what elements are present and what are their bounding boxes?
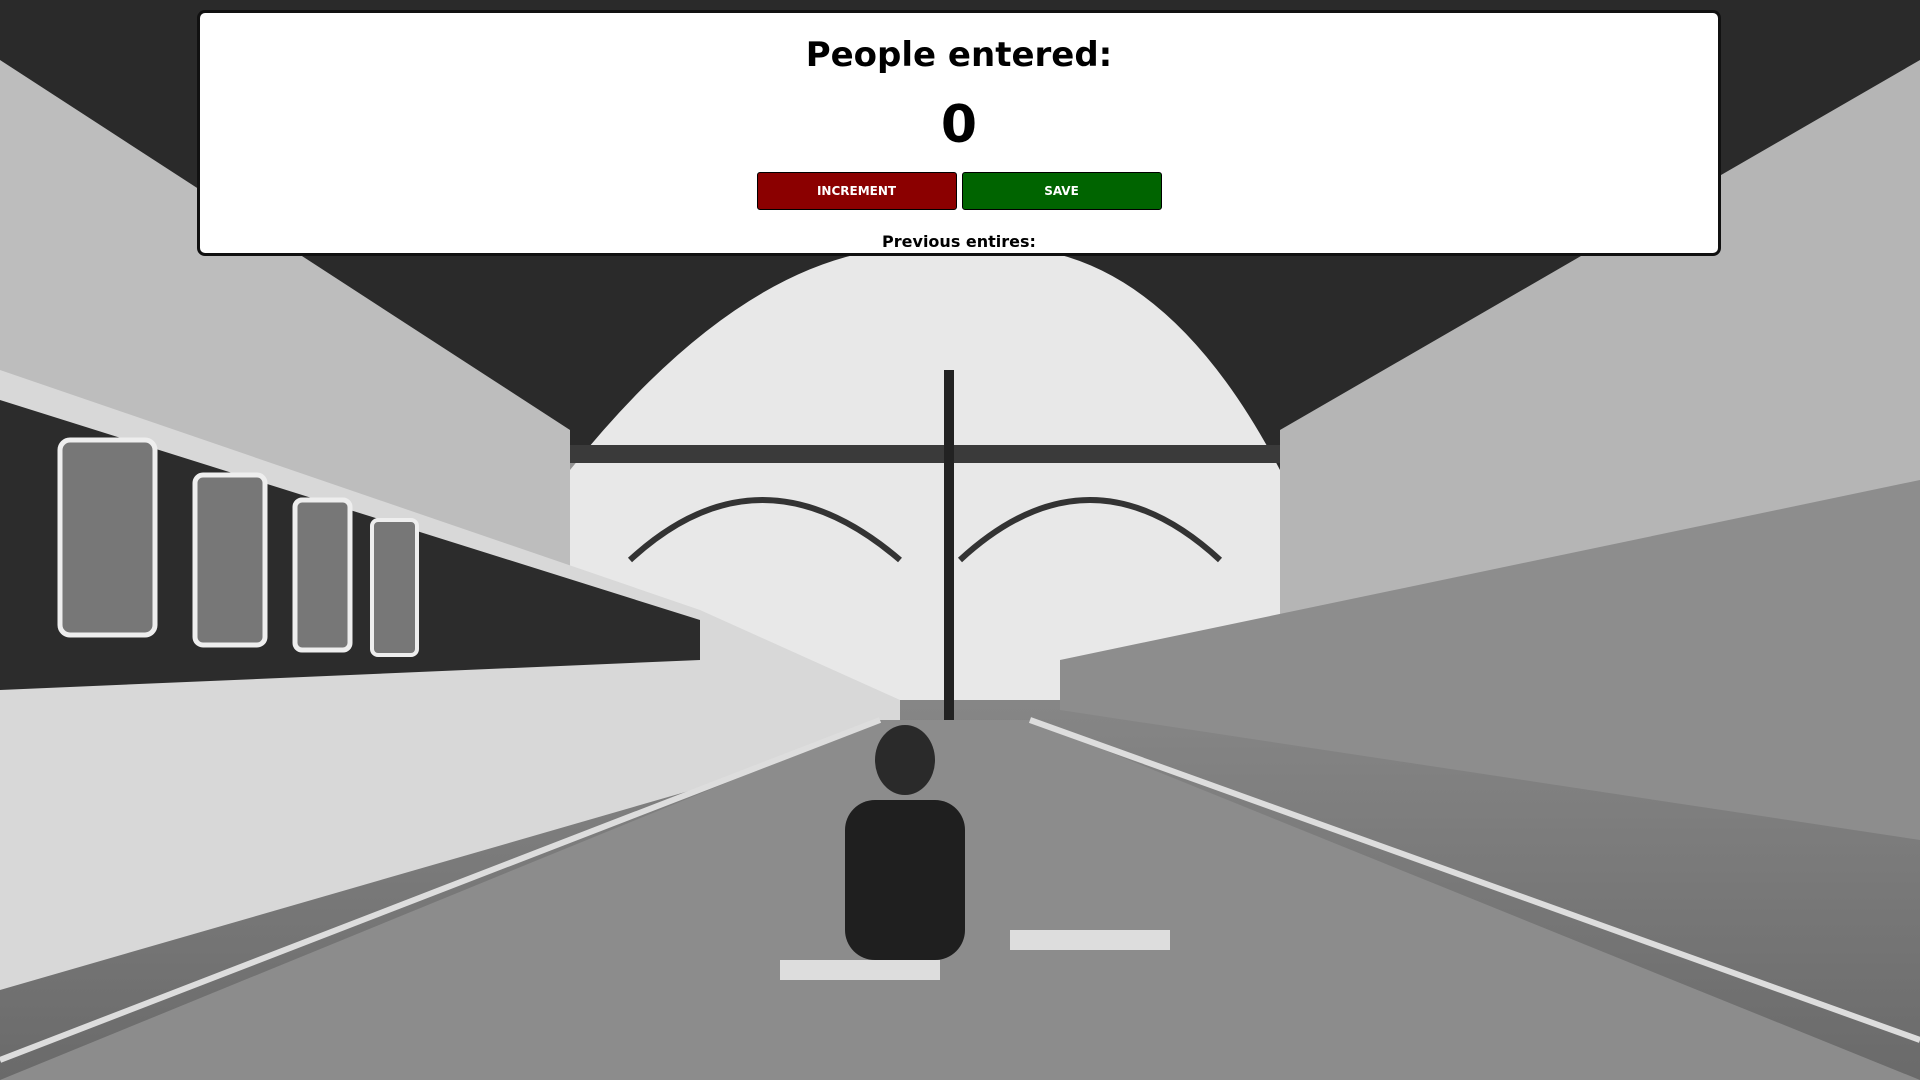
save-button[interactable]: SAVE: [961, 172, 1162, 210]
button-row: INCREMENT SAVE: [200, 172, 1718, 210]
increment-button[interactable]: INCREMENT: [756, 172, 957, 210]
previous-entries-label: Previous entires:: [882, 232, 1036, 251]
counter-title: People entered:: [805, 35, 1113, 75]
count-display: 0: [940, 95, 978, 155]
counter-card: People entered: 0 INCREMENT SAVE Previou…: [197, 10, 1721, 256]
